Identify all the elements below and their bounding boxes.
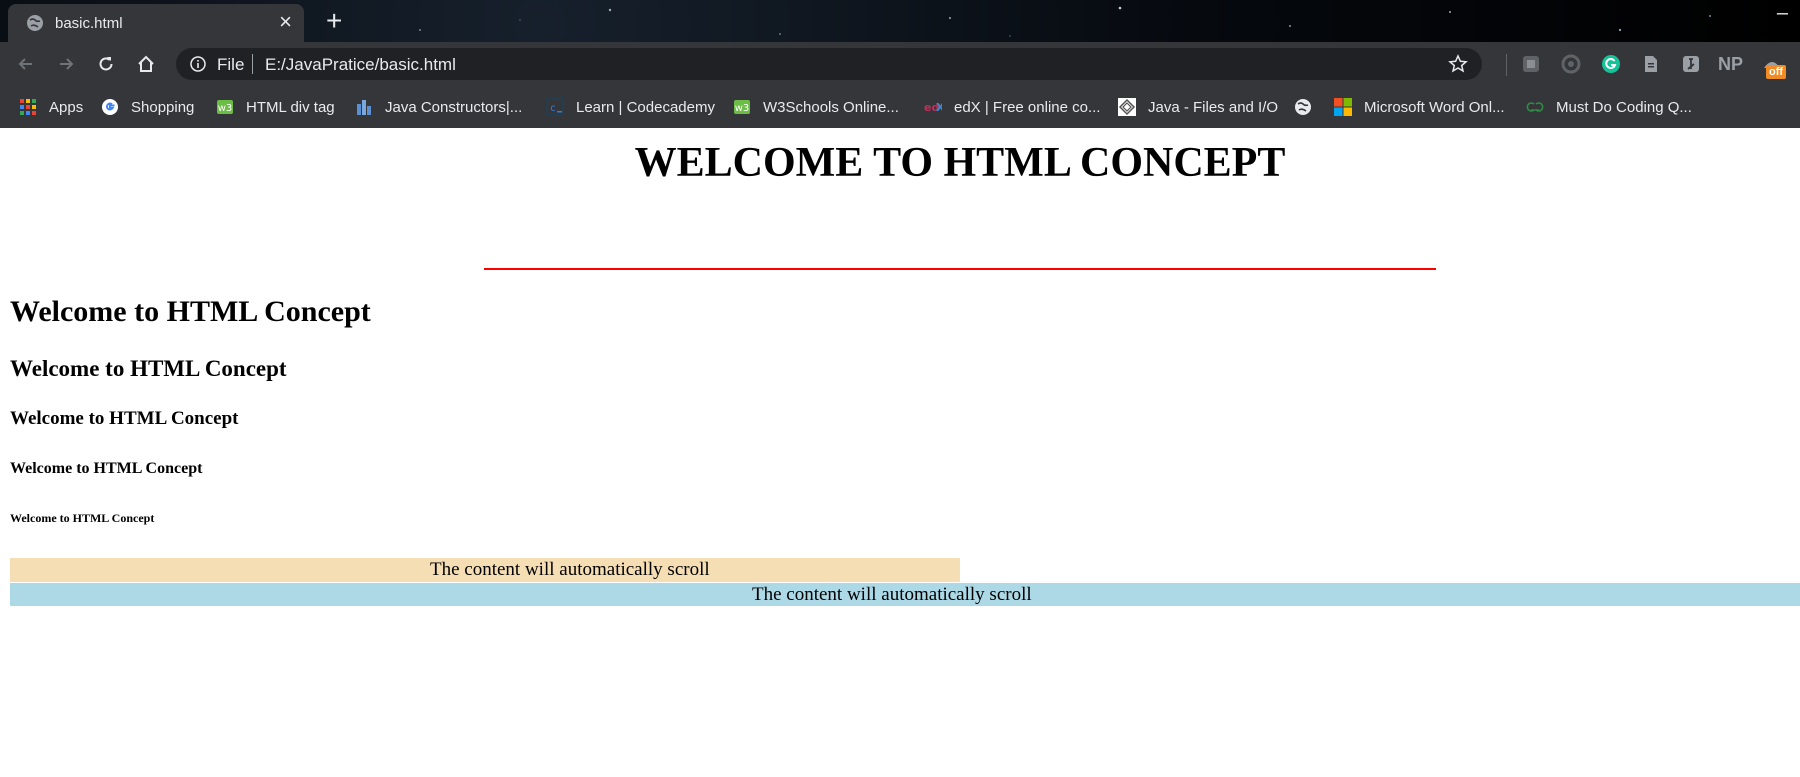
bookmark-must-do-coding[interactable]: Must Do Coding Q...: [1526, 96, 1692, 118]
document-icon[interactable]: [1641, 54, 1661, 74]
url-text[interactable]: E:/JavaPratice/basic.html: [265, 55, 456, 75]
back-button[interactable]: [12, 50, 40, 78]
address-bar[interactable]: File E:/JavaPratice/basic.html: [176, 48, 1482, 80]
w3schools-icon: w3: [734, 100, 750, 114]
marquee-lightblue: The content will automatically scroll: [10, 583, 1800, 606]
bookmark-globe[interactable]: [1294, 96, 1324, 118]
edx-icon: ed X: [924, 101, 942, 114]
bookmark-star-icon[interactable]: [1448, 54, 1468, 74]
globe-icon: [27, 15, 43, 31]
bookmark-apps[interactable]: Apps: [19, 96, 83, 118]
tutorialspoint-icon: [1118, 98, 1136, 116]
arrow-left-icon: [18, 58, 32, 70]
google-icon: [102, 99, 118, 115]
bookmark-java-files-io[interactable]: Java - Files and I/O: [1118, 96, 1278, 118]
bookmark-label: Apps: [49, 98, 84, 116]
reload-icon: [99, 57, 113, 71]
heading-level-4: Welcome to HTML Concept: [10, 408, 239, 429]
extension-box-icon[interactable]: [1521, 54, 1541, 74]
geeksforgeeks-icon: [1526, 102, 1544, 112]
page-content: WELCOME TO HTML CONCEPT Welcome to HTML …: [0, 128, 1800, 777]
heading-level-6: Welcome to HTML Concept: [10, 511, 155, 525]
bookmark-html-div-tag[interactable]: w3 HTML div tag: [216, 96, 335, 118]
np-extension-icon[interactable]: NP: [1718, 54, 1746, 74]
url-scheme-label: File: [217, 55, 245, 74]
grammarly-icon[interactable]: [1601, 54, 1621, 74]
bookmark-codecademy[interactable]: c Learn | Codecademy: [546, 96, 715, 118]
extensions-divider: [1506, 54, 1507, 76]
svg-text:c: c: [550, 103, 556, 114]
site-icon: [357, 100, 371, 115]
svg-text:w3: w3: [218, 103, 233, 114]
codecademy-icon: c: [546, 98, 564, 116]
bookmark-label: Java Constructors|...: [385, 98, 523, 116]
bookmark-java-constructors[interactable]: Java Constructors|...: [355, 96, 522, 118]
minimize-window-button[interactable]: –: [1777, 2, 1788, 25]
reload-button[interactable]: [92, 50, 120, 78]
info-icon[interactable]: [190, 56, 206, 72]
apps-grid-icon: [20, 99, 36, 115]
globe-icon: [1295, 99, 1311, 115]
marquee-text: The content will automatically scroll: [752, 584, 1032, 605]
svg-text:X: X: [936, 101, 942, 114]
tab-title: basic.html: [55, 15, 123, 32]
extension-toggle-icon[interactable]: off: [1760, 54, 1790, 82]
heading-level-3: Welcome to HTML Concept: [10, 356, 287, 381]
extension-off-badge: off: [1766, 65, 1787, 79]
heading-level-2: Welcome to HTML Concept: [10, 295, 371, 328]
bookmark-label: W3Schools Online...: [763, 98, 899, 116]
bookmarks-bar: Apps Shopping w3 HTML div tag Java Const…: [0, 86, 1800, 128]
home-button[interactable]: [132, 50, 160, 78]
extension-record-icon[interactable]: [1561, 54, 1581, 74]
browser-window: basic.html × + – File E:/JavaPratice/bas…: [0, 0, 1800, 128]
bookmark-label: HTML div tag: [246, 98, 335, 116]
heading-level-5: Welcome to HTML Concept: [10, 460, 203, 477]
microsoft-icon: [1334, 98, 1352, 116]
svg-text:w3: w3: [735, 103, 750, 114]
bookmark-label: Must Do Coding Q...: [1556, 98, 1692, 116]
bookmark-label: edX | Free online co...: [954, 98, 1101, 116]
bookmark-label: Microsoft Word Onl...: [1364, 98, 1505, 116]
home-icon: [138, 55, 154, 72]
omnibox-divider: [252, 54, 253, 74]
marquee-wheat: The content will automatically scroll: [10, 558, 960, 582]
bookmark-label: Shopping: [131, 98, 195, 116]
bookmark-label: Learn | Codecademy: [576, 98, 715, 116]
bookmark-edx[interactable]: ed X edX | Free online co...: [924, 96, 1100, 118]
page-title: WELCOME TO HTML CONCEPT: [634, 140, 1286, 186]
new-tab-button[interactable]: +: [326, 3, 342, 39]
tab-basic-html[interactable]: basic.html ×: [8, 4, 304, 42]
arrow-right-icon: [60, 58, 74, 70]
bookmark-shopping[interactable]: Shopping: [101, 96, 194, 118]
extension-person-icon[interactable]: [1681, 54, 1701, 74]
forward-button[interactable]: [52, 50, 80, 78]
close-tab-icon[interactable]: ×: [279, 10, 292, 34]
browser-toolbar: File E:/JavaPratice/basic.html NP off: [0, 42, 1800, 86]
bookmark-w3schools[interactable]: w3 W3Schools Online...: [733, 96, 899, 118]
bookmark-microsoft-word[interactable]: Microsoft Word Onl...: [1334, 96, 1505, 118]
bookmark-label: Java - Files and I/O: [1148, 98, 1279, 116]
w3schools-icon: w3: [217, 100, 233, 114]
horizontal-rule: [484, 268, 1436, 270]
marquee-text: The content will automatically scroll: [430, 559, 710, 580]
